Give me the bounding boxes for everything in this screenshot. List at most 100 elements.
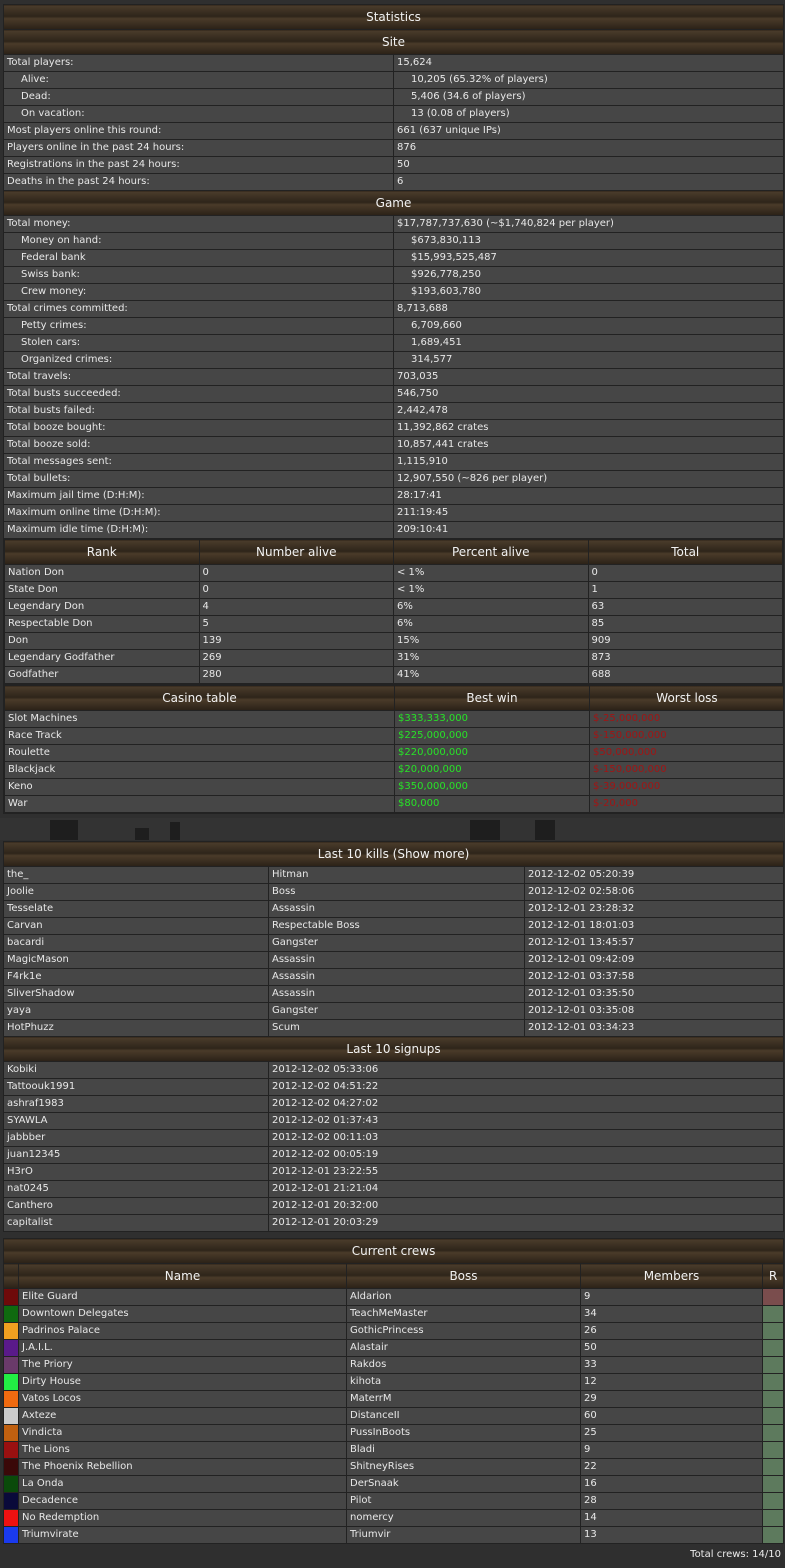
rank-cell: < 1% <box>393 564 589 582</box>
crew-boss[interactable]: DistanceII <box>346 1407 581 1425</box>
rank-cell: Legendary Godfather <box>4 649 200 667</box>
crew-name[interactable]: Vatos Locos <box>18 1390 347 1408</box>
crew-r-indicator <box>761 1424 785 1442</box>
stat-value: 211:19:45 <box>392 504 785 522</box>
signup-player-name[interactable]: SYAWLA <box>3 1112 269 1130</box>
kill-player-name[interactable]: HotPhuzz <box>3 1019 269 1037</box>
crew-name[interactable]: Vindicta <box>18 1424 347 1442</box>
kill-player-name[interactable]: Joolie <box>3 883 269 901</box>
signup-player-name[interactable]: nat0245 <box>3 1180 269 1198</box>
signup-player-name[interactable]: H3rO <box>3 1163 269 1181</box>
crew-name[interactable]: Downtown Delegates <box>18 1305 347 1323</box>
stat-label: Organized crimes: <box>3 351 394 369</box>
crew-boss[interactable]: ShitneyRises <box>346 1458 581 1476</box>
crew-boss[interactable]: Alastair <box>346 1339 581 1357</box>
crew-boss[interactable]: Pilot <box>346 1492 581 1510</box>
stat-row: Dead: 5,406 (34.6 of players) <box>3 88 785 106</box>
kill-player-name[interactable]: yaya <box>3 1002 269 1020</box>
rank-row: Legendary Don 4 6% 63 <box>4 598 783 616</box>
crew-boss[interactable]: PussInBoots <box>346 1424 581 1442</box>
crew-boss[interactable]: Rakdos <box>346 1356 581 1374</box>
rank-cell: Nation Don <box>4 564 200 582</box>
rank-row: Respectable Don 5 6% 85 <box>4 615 783 633</box>
signup-player-name[interactable]: Kobiki <box>3 1061 269 1079</box>
crew-boss[interactable]: MaterrM <box>346 1390 581 1408</box>
signup-player-name[interactable]: Canthero <box>3 1197 269 1215</box>
rank-cell: 139 <box>198 632 394 650</box>
crew-name-header[interactable]: Name <box>18 1263 347 1289</box>
crew-boss[interactable]: kihota <box>346 1373 581 1391</box>
crew-r-header[interactable]: R <box>761 1263 785 1289</box>
kill-player-name[interactable]: Tesselate <box>3 900 269 918</box>
stat-label: Registrations in the past 24 hours: <box>3 156 394 174</box>
crew-name[interactable]: Triumvirate <box>18 1526 347 1544</box>
signup-row: nat0245 2012-12-01 21:21:04 <box>3 1180 784 1198</box>
rank-cell: 280 <box>198 666 394 684</box>
casino-row: Blackjack $20,000,000 $-150,000,000 <box>4 761 783 779</box>
rank-cell: < 1% <box>393 581 589 599</box>
rank-column-header: Number alive <box>198 539 394 565</box>
crew-name[interactable]: No Redemption <box>18 1509 347 1527</box>
crew-name[interactable]: Elite Guard <box>18 1288 347 1306</box>
crew-row: Downtown Delegates TeachMeMaster 34 <box>3 1305 785 1323</box>
crew-name[interactable]: La Onda <box>18 1475 347 1493</box>
crew-boss[interactable]: DerSnaak <box>346 1475 581 1493</box>
signup-row: SYAWLA 2012-12-02 01:37:43 <box>3 1112 784 1130</box>
crew-color-swatch <box>3 1288 19 1306</box>
stat-label: Money on hand: <box>3 232 394 250</box>
crew-name[interactable]: Padrinos Palace <box>18 1322 347 1340</box>
casino-game: Roulette <box>4 744 395 762</box>
crew-members-header[interactable]: Members <box>580 1263 763 1289</box>
casino-best-win: $20,000,000 <box>394 761 590 779</box>
crew-color-header <box>3 1263 19 1289</box>
crew-boss[interactable]: Bladi <box>346 1441 581 1459</box>
stat-label: Crew money: <box>3 283 394 301</box>
crew-name[interactable]: The Phoenix Rebellion <box>18 1458 347 1476</box>
rank-cell: Respectable Don <box>4 615 200 633</box>
crew-name[interactable]: J.A.I.L. <box>18 1339 347 1357</box>
crew-boss[interactable]: TeachMeMaster <box>346 1305 581 1323</box>
signup-time: 2012-12-02 01:37:43 <box>268 1112 784 1130</box>
kill-player-name[interactable]: MagicMason <box>3 951 269 969</box>
signup-player-name[interactable]: juan12345 <box>3 1146 269 1164</box>
signup-player-name[interactable]: ashraf1983 <box>3 1095 269 1113</box>
kill-player-name[interactable]: F4rk1e <box>3 968 269 986</box>
crew-boss[interactable]: Triumvir <box>346 1526 581 1544</box>
kill-player-name[interactable]: SliverShadow <box>3 985 269 1003</box>
kill-row: the_ Hitman 2012-12-02 05:20:39 <box>3 866 785 884</box>
stat-label: Total busts failed: <box>3 402 394 420</box>
crew-boss[interactable]: Aldarion <box>346 1288 581 1306</box>
kill-row: bacardi Gangster 2012-12-01 13:45:57 <box>3 934 785 952</box>
signup-player-name[interactable]: capitalist <box>3 1214 269 1232</box>
kill-player-name[interactable]: Carvan <box>3 917 269 935</box>
crew-name[interactable]: The Priory <box>18 1356 347 1374</box>
rank-row: State Don 0 < 1% 1 <box>4 581 783 599</box>
crew-color-swatch <box>3 1407 19 1425</box>
stat-value: 1,115,910 <box>392 453 785 471</box>
stat-label: Maximum jail time (D:H:M): <box>3 487 394 505</box>
casino-game: Race Track <box>4 727 395 745</box>
casino-worst-loss: $50,000,000 <box>589 744 783 762</box>
kill-time: 2012-12-02 05:20:39 <box>523 866 785 884</box>
crew-members: 9 <box>580 1441 763 1459</box>
kill-time: 2012-12-01 23:28:32 <box>523 900 785 918</box>
crew-name[interactable]: Axteze <box>18 1407 347 1425</box>
crew-name[interactable]: Dirty House <box>18 1373 347 1391</box>
kill-player-name[interactable]: bacardi <box>3 934 269 952</box>
crew-r-indicator <box>761 1492 785 1510</box>
crew-boss[interactable]: nomercy <box>346 1509 581 1527</box>
kill-player-name[interactable]: the_ <box>3 866 269 884</box>
signup-player-name[interactable]: jabbber <box>3 1129 269 1147</box>
stat-value: 6 <box>392 173 785 191</box>
stat-label: Swiss bank: <box>3 266 394 284</box>
stat-label: Stolen cars: <box>3 334 394 352</box>
signup-player-name[interactable]: Tattoouk1991 <box>3 1078 269 1096</box>
crew-name[interactable]: Decadence <box>18 1492 347 1510</box>
last-signups-title: Last 10 signups <box>3 1036 784 1062</box>
crew-name[interactable]: The Lions <box>18 1441 347 1459</box>
last-kills-title[interactable]: Last 10 kills (Show more) <box>2 841 785 867</box>
crew-boss[interactable]: GothicPrincess <box>346 1322 581 1340</box>
stat-value: 314,577 <box>392 351 785 369</box>
kill-time: 2012-12-01 18:01:03 <box>523 917 785 935</box>
crew-boss-header[interactable]: Boss <box>346 1263 581 1289</box>
